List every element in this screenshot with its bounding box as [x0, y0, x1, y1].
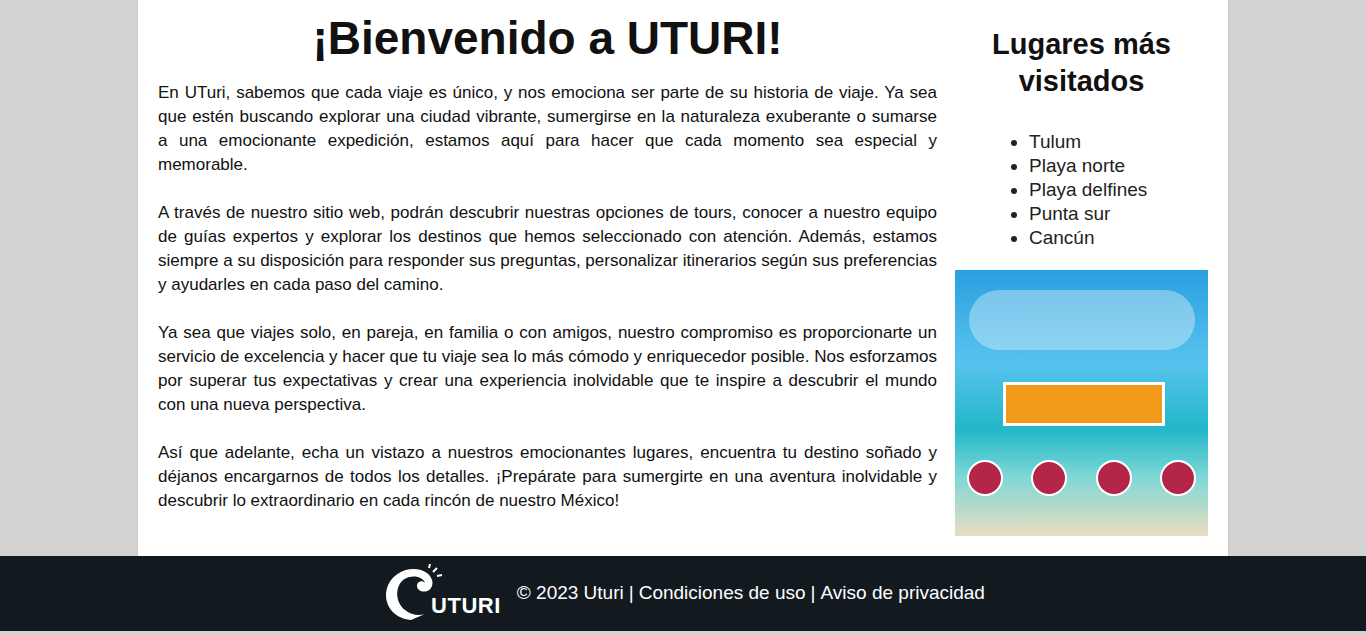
- place-item[interactable]: Playa delfines: [1029, 178, 1208, 202]
- logo-text: UTURI: [431, 589, 501, 622]
- intro-paragraph: A través de nuestro sitio web, podrán de…: [158, 201, 937, 297]
- intro-paragraph: En UTuri, sabemos que cada viaje es únic…: [158, 81, 937, 177]
- footer-link[interactable]: Aviso de privacidad: [821, 582, 985, 603]
- footer: UTURI © 2023 Uturi|Condiciones de uso|Av…: [0, 556, 1366, 631]
- intro-text: En UTuri, sabemos que cada viaje es únic…: [158, 81, 937, 513]
- place-item[interactable]: Cancún: [1029, 226, 1208, 250]
- main-column: ¡Bienvenido a UTURI! En UTuri, sabemos q…: [158, 12, 937, 536]
- welcome-title: ¡Bienvenido a UTURI!: [158, 12, 937, 65]
- copyright-text: © 2023 Uturi: [517, 582, 624, 603]
- place-item[interactable]: Tulum: [1029, 130, 1208, 154]
- page-content: ¡Bienvenido a UTURI! En UTuri, sabemos q…: [137, 0, 1229, 556]
- places-list: TulumPlaya nortePlaya delfinesPunta surC…: [955, 130, 1208, 250]
- ad-image[interactable]: [955, 270, 1208, 536]
- place-item[interactable]: Playa norte: [1029, 154, 1208, 178]
- separator: |: [629, 582, 634, 603]
- place-item[interactable]: Punta sur: [1029, 202, 1208, 226]
- intro-paragraph: Así que adelante, echa un vistazo a nues…: [158, 441, 937, 513]
- footer-text: © 2023 Uturi|Condiciones de uso|Aviso de…: [517, 579, 985, 608]
- separator: |: [811, 582, 816, 603]
- footer-link[interactable]: Condiciones de uso: [639, 582, 806, 603]
- footer-logo[interactable]: UTURI: [381, 564, 501, 624]
- sidebar-title: Lugares más visitados: [955, 26, 1208, 100]
- sidebar: Lugares más visitados TulumPlaya nortePl…: [955, 12, 1208, 536]
- intro-paragraph: Ya sea que viajes solo, en pareja, en fa…: [158, 321, 937, 417]
